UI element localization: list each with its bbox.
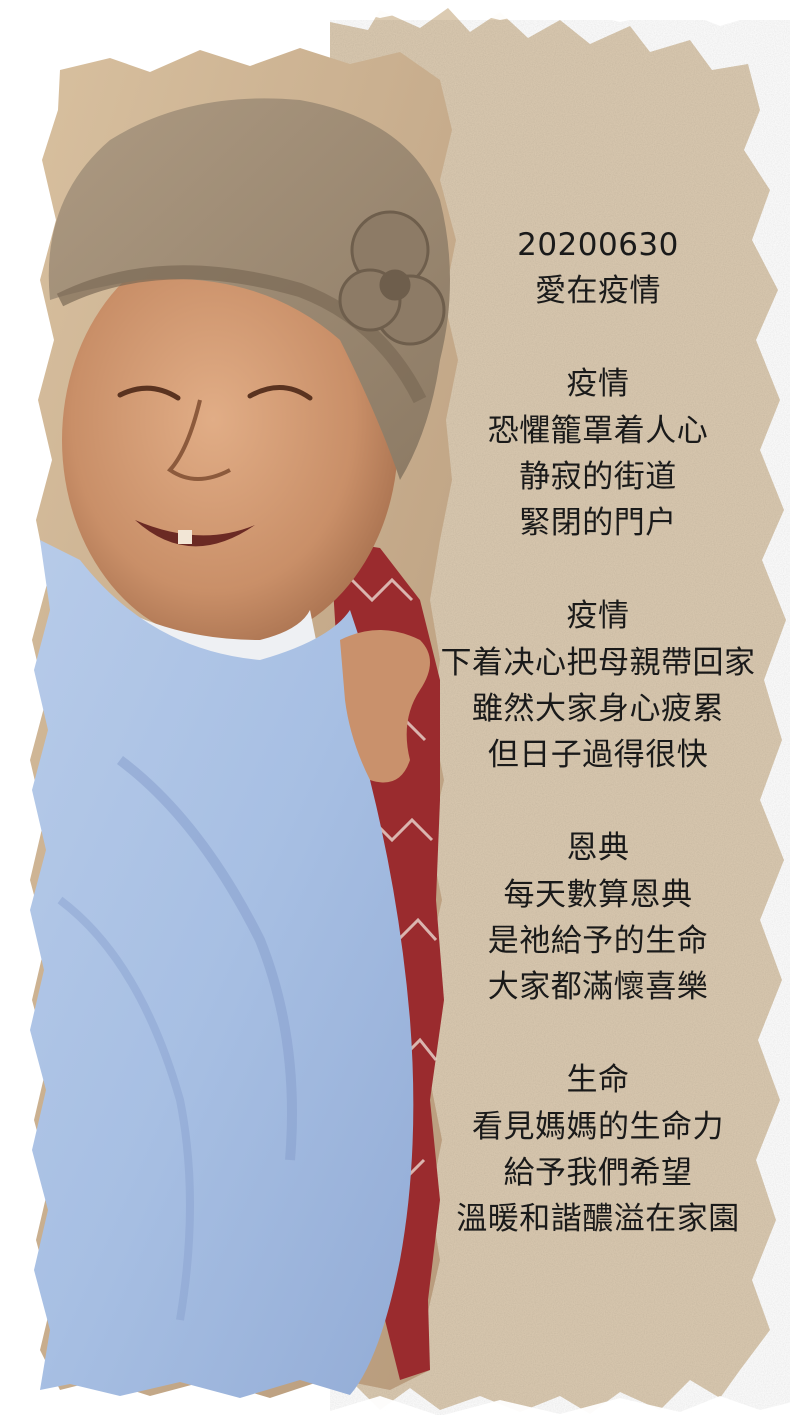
- stanza-3-line-3: 是祂給予的生命: [487, 923, 709, 960]
- stanza-2-line-3: 雖然大家身心疲累: [472, 691, 724, 728]
- stanza-2-line-4: 但日子過得很快: [487, 737, 709, 774]
- stanza-4-line-2: 看見媽媽的生命力: [472, 1108, 724, 1145]
- stanza-2-line-1: 疫情: [566, 598, 630, 635]
- poem-date: 20200630: [517, 227, 679, 263]
- stanza-3-line-1: 恩典: [566, 830, 630, 867]
- stanza-4-line-4: 溫暖和諧醲溢在家園: [456, 1201, 740, 1238]
- stanza-1-line-4: 緊閉的門户: [519, 505, 677, 542]
- stanza-1-line-2: 恐懼籠罩着人心: [487, 412, 709, 449]
- poem-title: 愛在疫情: [535, 273, 661, 310]
- stanza-1-line-1: 疫情: [566, 366, 630, 403]
- stanza-3-line-4: 大家都滿懷喜樂: [487, 969, 709, 1006]
- stanza-2-line-2: 下着决心把母親帶回家: [440, 644, 756, 681]
- stanza-3-line-2: 每天數算恩典: [503, 876, 693, 913]
- stanza-4-line-1: 生命: [566, 1062, 630, 1099]
- stanza-1-line-3: 静寂的街道: [519, 459, 677, 496]
- stanza-4-line-3: 給予我們希望: [503, 1155, 693, 1192]
- portrait-photo: [30, 48, 458, 1398]
- poem-text-block: 20200630 愛在疫情 疫情 恐懼籠罩着人心 静寂的街道 緊閉的門户 疫情 …: [422, 222, 774, 1243]
